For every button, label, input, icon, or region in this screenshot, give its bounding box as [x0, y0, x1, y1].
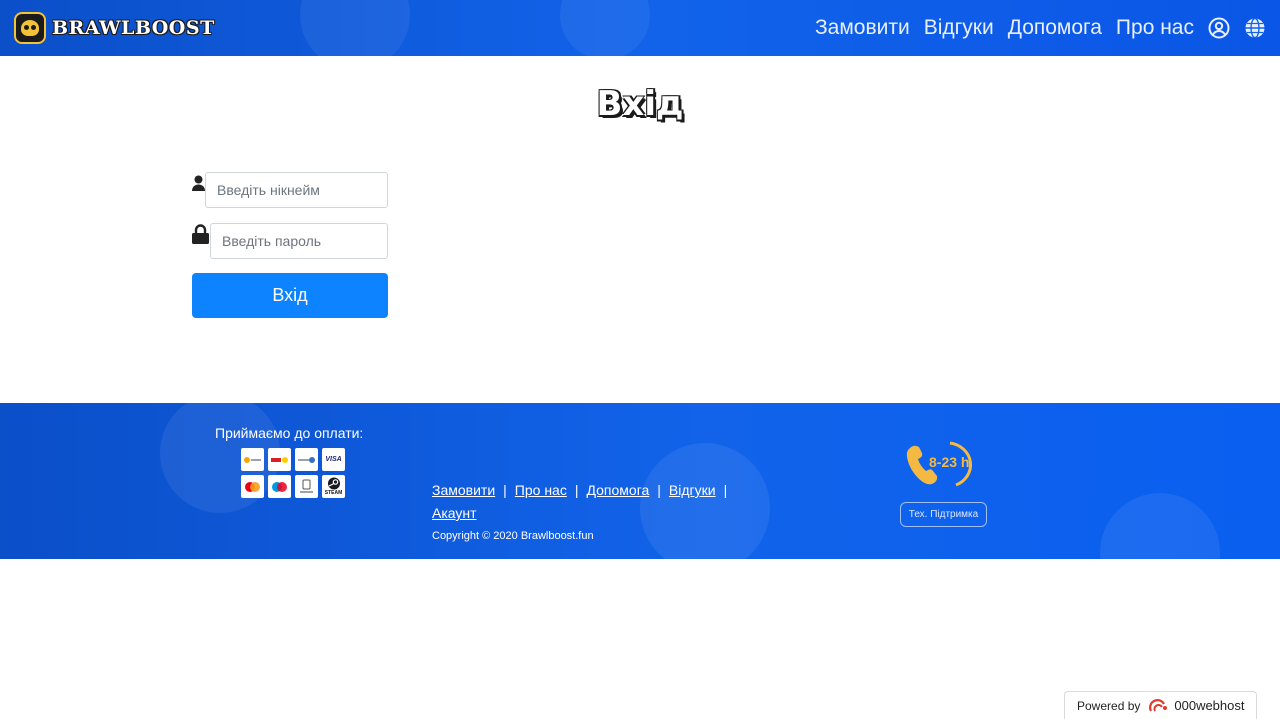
lock-icon [192, 224, 209, 248]
skull-logo-icon [14, 12, 46, 44]
nav-help[interactable]: Допомога [1008, 16, 1102, 40]
support-hours: 8-23 h [929, 454, 970, 470]
nav-reviews[interactable]: Відгуки [924, 16, 994, 40]
link-separator: | [657, 482, 661, 498]
maestro-icon [268, 475, 291, 498]
top-header: BRAWLBOOST Замовити Відгуки Допомога Про… [0, 0, 1280, 56]
login-button[interactable]: Вхід [192, 273, 388, 318]
header-decoration [560, 0, 650, 56]
footer-decoration [1100, 493, 1220, 559]
main-nav: Замовити Відгуки Допомога Про нас [801, 0, 1266, 56]
steam-label: STEAM [324, 490, 343, 496]
webmoney-icon [295, 448, 318, 471]
nav-order[interactable]: Замовити [815, 16, 910, 40]
link-separator: | [574, 482, 579, 498]
header-decoration [300, 0, 410, 56]
footer-link-order[interactable]: Замовити [432, 482, 495, 498]
footer: Приймаємо до оплати: VISA STEAM Замовити… [0, 403, 1280, 559]
powered-by-badge[interactable]: Powered by 000webhost [1064, 691, 1257, 719]
visa-qiwi-icon [241, 448, 264, 471]
link-separator: | [723, 482, 728, 498]
nav-about[interactable]: Про нас [1116, 16, 1194, 40]
link-separator: | [503, 482, 507, 498]
username-input[interactable] [205, 172, 388, 208]
footer-link-help[interactable]: Допомога [586, 482, 649, 498]
footer-link-reviews[interactable]: Відгуки [669, 482, 716, 498]
tech-support-button[interactable]: Тех. Підтримка [900, 502, 987, 527]
mastercard-icon [241, 475, 264, 498]
user-icon [192, 175, 205, 195]
powered-by-label: Powered by [1077, 698, 1141, 713]
footer-link-account[interactable]: Акаунт [432, 505, 477, 521]
yandex-money-icon [268, 448, 291, 471]
globe-icon[interactable] [1244, 17, 1266, 39]
steam-icon: STEAM [322, 475, 345, 498]
user-circle-icon[interactable] [1208, 17, 1230, 39]
password-input[interactable] [210, 223, 388, 259]
page-title: Вхід [596, 84, 684, 124]
copyright: Copyright © 2020 Brawlboost.fun [432, 530, 594, 542]
yandex-wallet-icon [295, 475, 318, 498]
brand-logo[interactable]: BRAWLBOOST [14, 10, 215, 46]
footer-links: Замовити | Про нас | Допомога | Відгуки | Акаунт [432, 479, 792, 525]
footer-link-about[interactable]: Про нас [515, 482, 567, 498]
visa-icon: VISA [322, 448, 345, 471]
payment-title: Приймаємо до оплати: [215, 425, 364, 441]
brand-name: BRAWLBOOST [52, 17, 215, 39]
webhost-logo-icon [1148, 698, 1170, 714]
payment-methods: VISA STEAM [241, 448, 349, 498]
webhost-brand: 000webhost [1174, 698, 1245, 713]
